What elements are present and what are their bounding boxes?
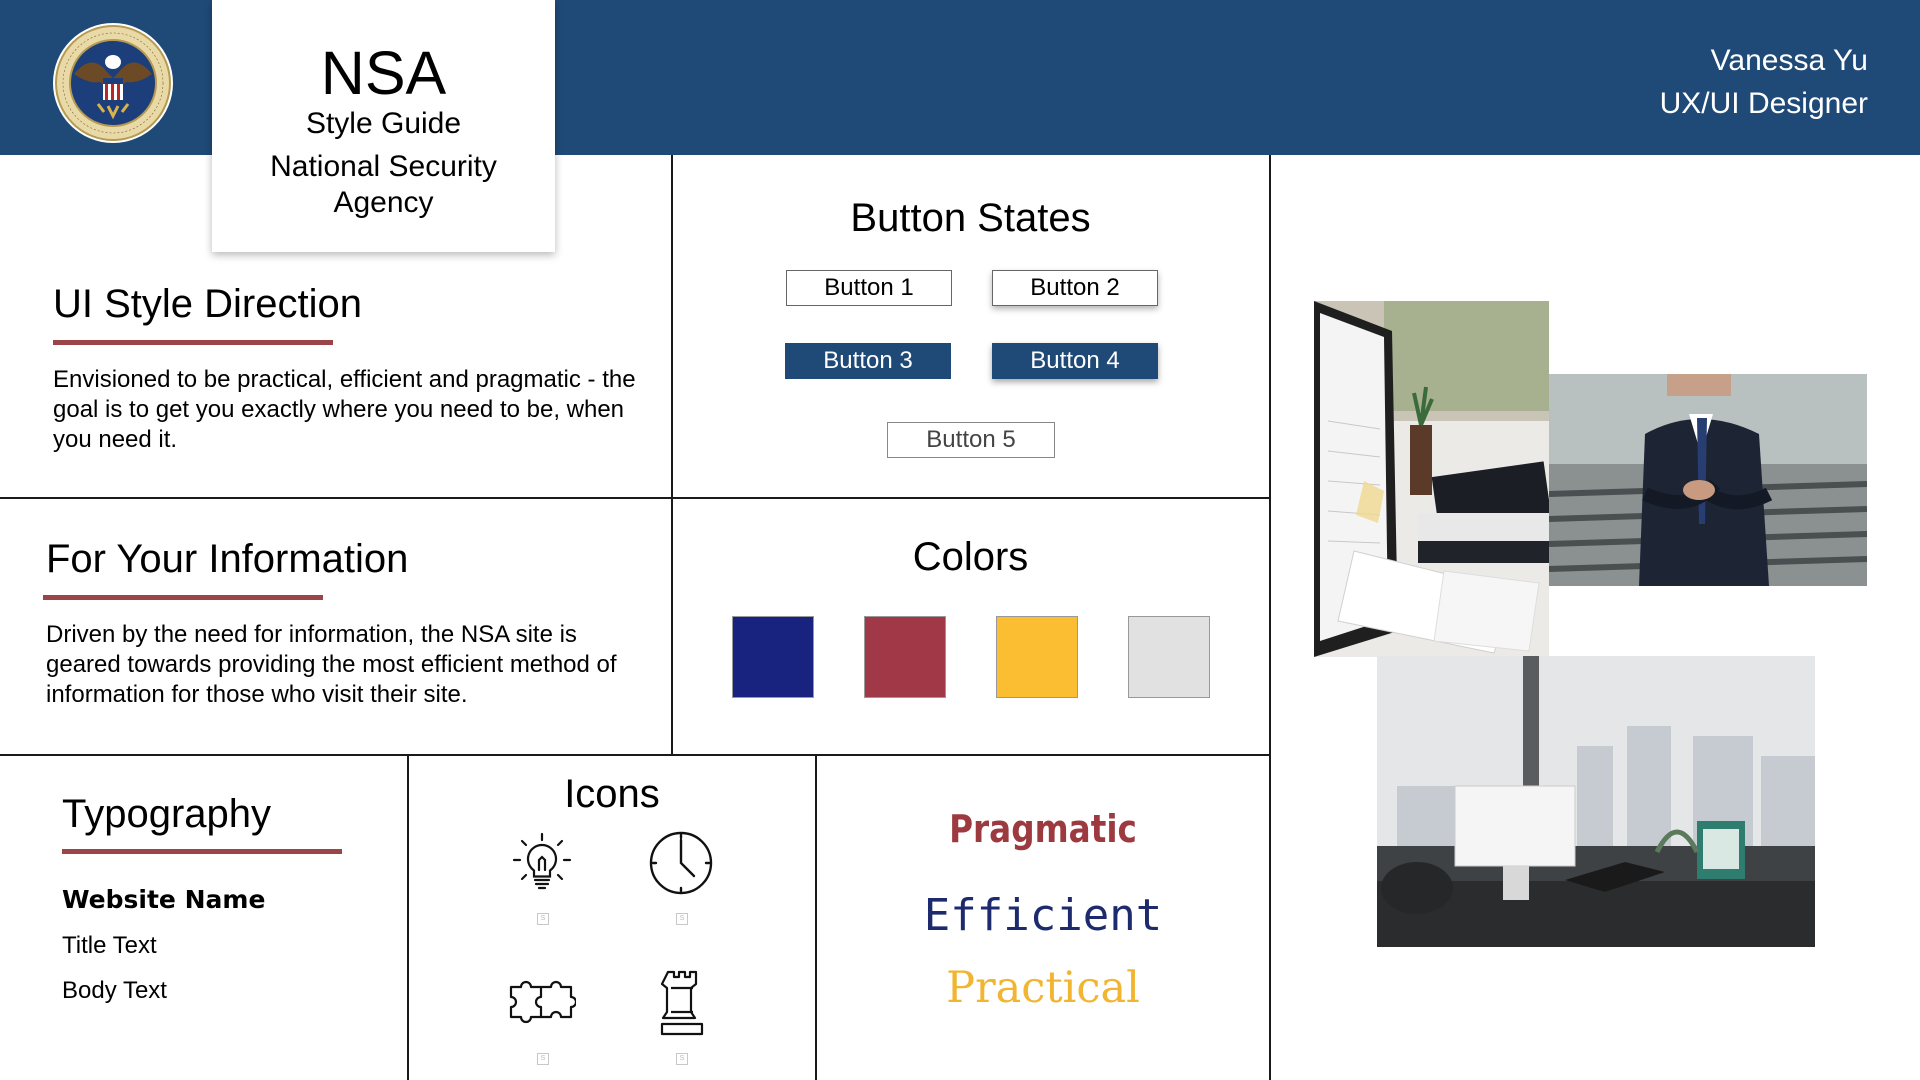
icons-heading: Icons (564, 772, 660, 816)
pragmatic-sample: Pragmatic (949, 807, 1137, 851)
button-1[interactable]: Button 1 (786, 270, 952, 306)
page-subtitle: Style Guide (305, 107, 462, 140)
color-swatch-navy (732, 616, 814, 698)
button-states-heading: Button States (850, 196, 1091, 240)
button-2[interactable]: Button 2 (992, 270, 1158, 306)
nsa-seal-icon (53, 23, 173, 143)
typography-title-text: Title Text (62, 932, 157, 959)
organization-name: National Security Agency (270, 150, 497, 219)
divider (0, 754, 1271, 756)
fyi-heading: For Your Information (46, 537, 409, 581)
chess-rook-icon (660, 970, 704, 1036)
lightbulb-icon (512, 832, 572, 890)
icon-caption: S (537, 913, 549, 925)
button-5[interactable]: Button 5 (887, 422, 1055, 458)
clock-icon (649, 831, 713, 895)
accent-rule (62, 849, 342, 854)
ui-style-description: Envisioned to be practical, efficient an… (53, 366, 636, 453)
accent-rule (43, 595, 323, 600)
colors-heading: Colors (912, 535, 1029, 579)
designer-role: UX/UI Designer (1659, 87, 1868, 120)
designer-name: Vanessa Yu (1710, 44, 1868, 77)
practical-sample: Practical (946, 963, 1140, 1013)
ui-style-heading: UI Style Direction (53, 282, 362, 326)
icon-caption: S (676, 1053, 688, 1065)
divider (671, 155, 673, 754)
accent-rule (53, 340, 333, 345)
color-swatch-yellow (996, 616, 1078, 698)
color-swatch-gray (1128, 616, 1210, 698)
button-3[interactable]: Button 3 (785, 343, 951, 379)
typography-heading: Typography (62, 792, 272, 836)
icon-caption: S (676, 913, 688, 925)
divider (1269, 155, 1271, 1080)
office-photo (1377, 656, 1815, 947)
divider (0, 497, 1271, 499)
icon-caption: S (537, 1053, 549, 1065)
fyi-description: Driven by the need for information, the … (46, 621, 617, 708)
page-title: NSA (320, 39, 447, 107)
puzzle-icon (509, 980, 576, 1024)
typography-website-name: Website Name (62, 885, 266, 914)
typography-body-text: Body Text (62, 977, 167, 1004)
title-card: NSA Style Guide National Security Agency (212, 0, 555, 252)
desk-photo (1314, 301, 1549, 657)
color-swatch-red (864, 616, 946, 698)
efficient-sample: Efficient (923, 890, 1163, 941)
businessman-photo (1549, 374, 1867, 586)
button-4[interactable]: Button 4 (992, 343, 1158, 379)
